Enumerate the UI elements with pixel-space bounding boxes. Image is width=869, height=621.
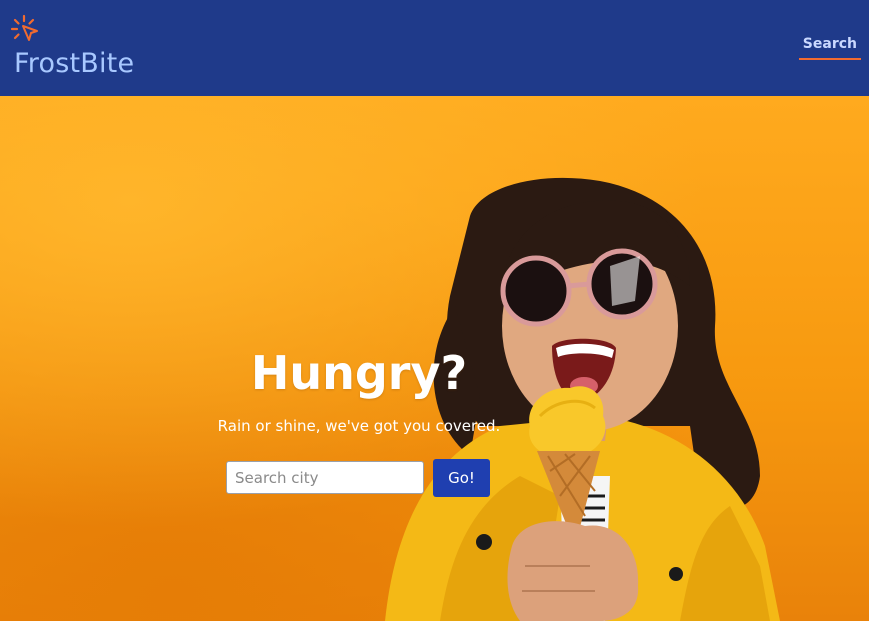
- top-navbar: FrostBite Search: [0, 0, 869, 96]
- go-button[interactable]: Go!: [433, 459, 490, 497]
- hero-section: Hungry? Rain or shine, we've got you cov…: [0, 96, 869, 621]
- cursor-click-icon[interactable]: [10, 14, 40, 44]
- hero-title: Hungry?: [250, 346, 468, 400]
- page: FrostBite Search Hungry? Rain or shine, …: [0, 0, 869, 621]
- brand-logo-text[interactable]: FrostBite: [14, 44, 134, 84]
- hero-subtitle: Rain or shine, we've got you covered.: [217, 417, 501, 435]
- city-search-input[interactable]: [226, 461, 424, 494]
- hero-content: Hungry? Rain or shine, we've got you cov…: [0, 96, 718, 621]
- nav-search-link[interactable]: Search: [798, 36, 861, 60]
